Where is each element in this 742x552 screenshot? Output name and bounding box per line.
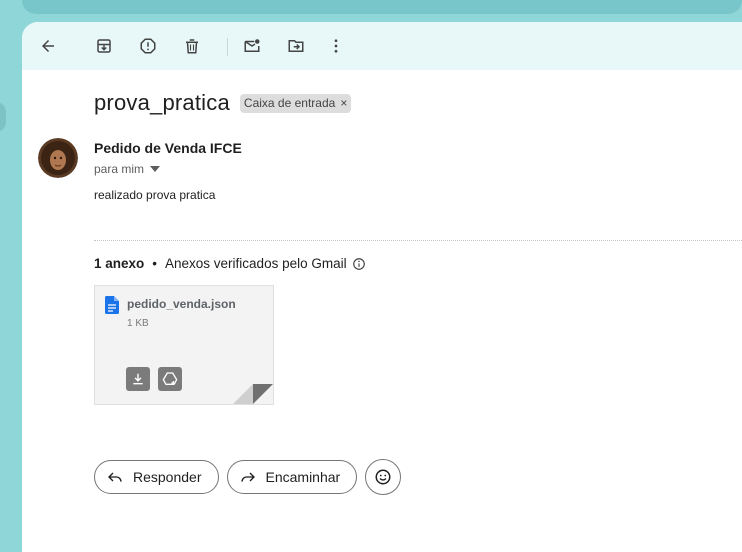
emoji-reaction-button[interactable] — [365, 459, 402, 495]
background-bump — [0, 102, 6, 132]
email-view: prova_pratica Caixa de entrada × Pedido … — [22, 22, 742, 552]
reply-label: Responder — [133, 469, 202, 485]
delete-icon — [183, 37, 201, 55]
toolbar — [22, 22, 742, 70]
attachment-count: 1 anexo — [94, 256, 145, 271]
page-fold-corner — [233, 384, 273, 404]
back-arrow-icon — [39, 37, 57, 55]
toolbar-divider — [227, 38, 228, 56]
forward-icon — [240, 469, 256, 485]
attachment-filename: pedido_venda.json — [127, 297, 236, 311]
sender-name: Pedido de Venda IFCE — [94, 140, 242, 156]
attachments-header: 1 anexo • Anexos verificados pelo Gmail — [94, 256, 366, 271]
more-vert-icon — [327, 37, 345, 55]
forward-label: Encaminhar — [265, 469, 341, 485]
email-subject: prova_pratica — [94, 90, 230, 115]
move-to-icon — [287, 37, 305, 55]
attachments-divider — [94, 240, 742, 241]
report-spam-button[interactable] — [136, 34, 160, 58]
reply-button[interactable]: Responder — [94, 460, 219, 494]
add-to-drive-button[interactable] — [158, 367, 182, 391]
forward-button[interactable]: Encaminhar — [226, 460, 358, 494]
subject-row: prova_pratica Caixa de entrada × — [94, 90, 352, 116]
back-button[interactable] — [36, 34, 60, 58]
archive-icon — [95, 37, 113, 55]
remove-label-icon[interactable]: × — [340, 96, 347, 110]
download-attachment-button[interactable] — [126, 367, 150, 391]
archive-button[interactable] — [92, 34, 116, 58]
report-spam-icon — [139, 37, 157, 55]
attachment-card[interactable]: pedido_venda.json 1 KB — [94, 285, 274, 405]
separator-dot: • — [152, 256, 158, 271]
background-strip — [22, 0, 742, 14]
move-to-button[interactable] — [284, 34, 308, 58]
document-icon — [105, 296, 119, 314]
caret-down-icon — [150, 166, 161, 172]
inbox-label-text: Caixa de entrada — [243, 95, 336, 110]
more-options-button[interactable] — [324, 34, 348, 58]
info-icon[interactable] — [352, 257, 366, 271]
email-body: realizado prova pratica — [94, 188, 216, 202]
mark-unread-button[interactable] — [240, 34, 264, 58]
attachments-verified-text: Anexos verificados pelo Gmail — [165, 256, 347, 271]
mark-unread-icon — [243, 37, 261, 55]
add-to-drive-icon — [162, 371, 178, 387]
download-icon — [131, 372, 145, 386]
recipient-text: para mim — [94, 162, 145, 176]
reply-icon — [107, 469, 123, 485]
inbox-label-chip[interactable]: Caixa de entrada × — [239, 93, 352, 113]
recipient-toggle[interactable]: para mim — [94, 162, 161, 176]
emoji-icon — [374, 468, 392, 486]
attachment-filesize: 1 KB — [127, 318, 149, 329]
avatar[interactable] — [38, 138, 78, 178]
email-actions: Responder Encaminhar — [94, 459, 402, 495]
delete-button[interactable] — [180, 34, 204, 58]
